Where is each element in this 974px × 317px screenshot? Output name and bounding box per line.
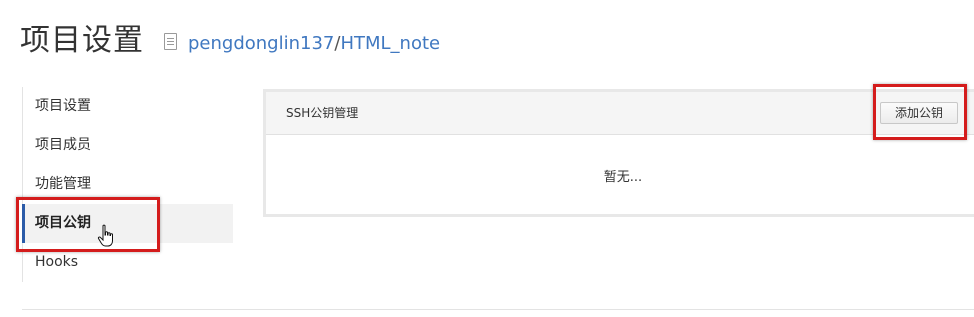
- sidebar-item-deploy-keys[interactable]: 项目公钥: [22, 204, 233, 243]
- hand-cursor-icon: [97, 224, 113, 247]
- breadcrumb: pengdonglin137/HTML_note: [188, 33, 440, 55]
- repo-owner-link[interactable]: pengdonglin137: [188, 33, 334, 54]
- settings-sidebar: 项目设置 项目成员 功能管理 项目公钥 Hooks: [22, 87, 233, 282]
- sidebar-item-project-members[interactable]: 项目成员: [23, 126, 233, 165]
- sidebar-item-feature-management[interactable]: 功能管理: [23, 165, 233, 204]
- panel-header: SSH公钥管理 添加公钥: [266, 92, 974, 135]
- ssh-keys-panel: SSH公钥管理 添加公钥 暂无...: [263, 89, 974, 217]
- add-key-button[interactable]: 添加公钥: [880, 102, 958, 124]
- empty-state-text: 暂无...: [603, 170, 643, 185]
- sidebar-item-hooks[interactable]: Hooks: [23, 243, 233, 282]
- sidebar-item-project-settings[interactable]: 项目设置: [23, 87, 233, 126]
- panel-title: SSH公钥管理: [286, 106, 359, 120]
- repo-name-link[interactable]: HTML_note: [340, 33, 440, 54]
- document-icon: [164, 33, 177, 50]
- divider: [22, 309, 974, 310]
- page-title: 项目设置: [20, 23, 144, 58]
